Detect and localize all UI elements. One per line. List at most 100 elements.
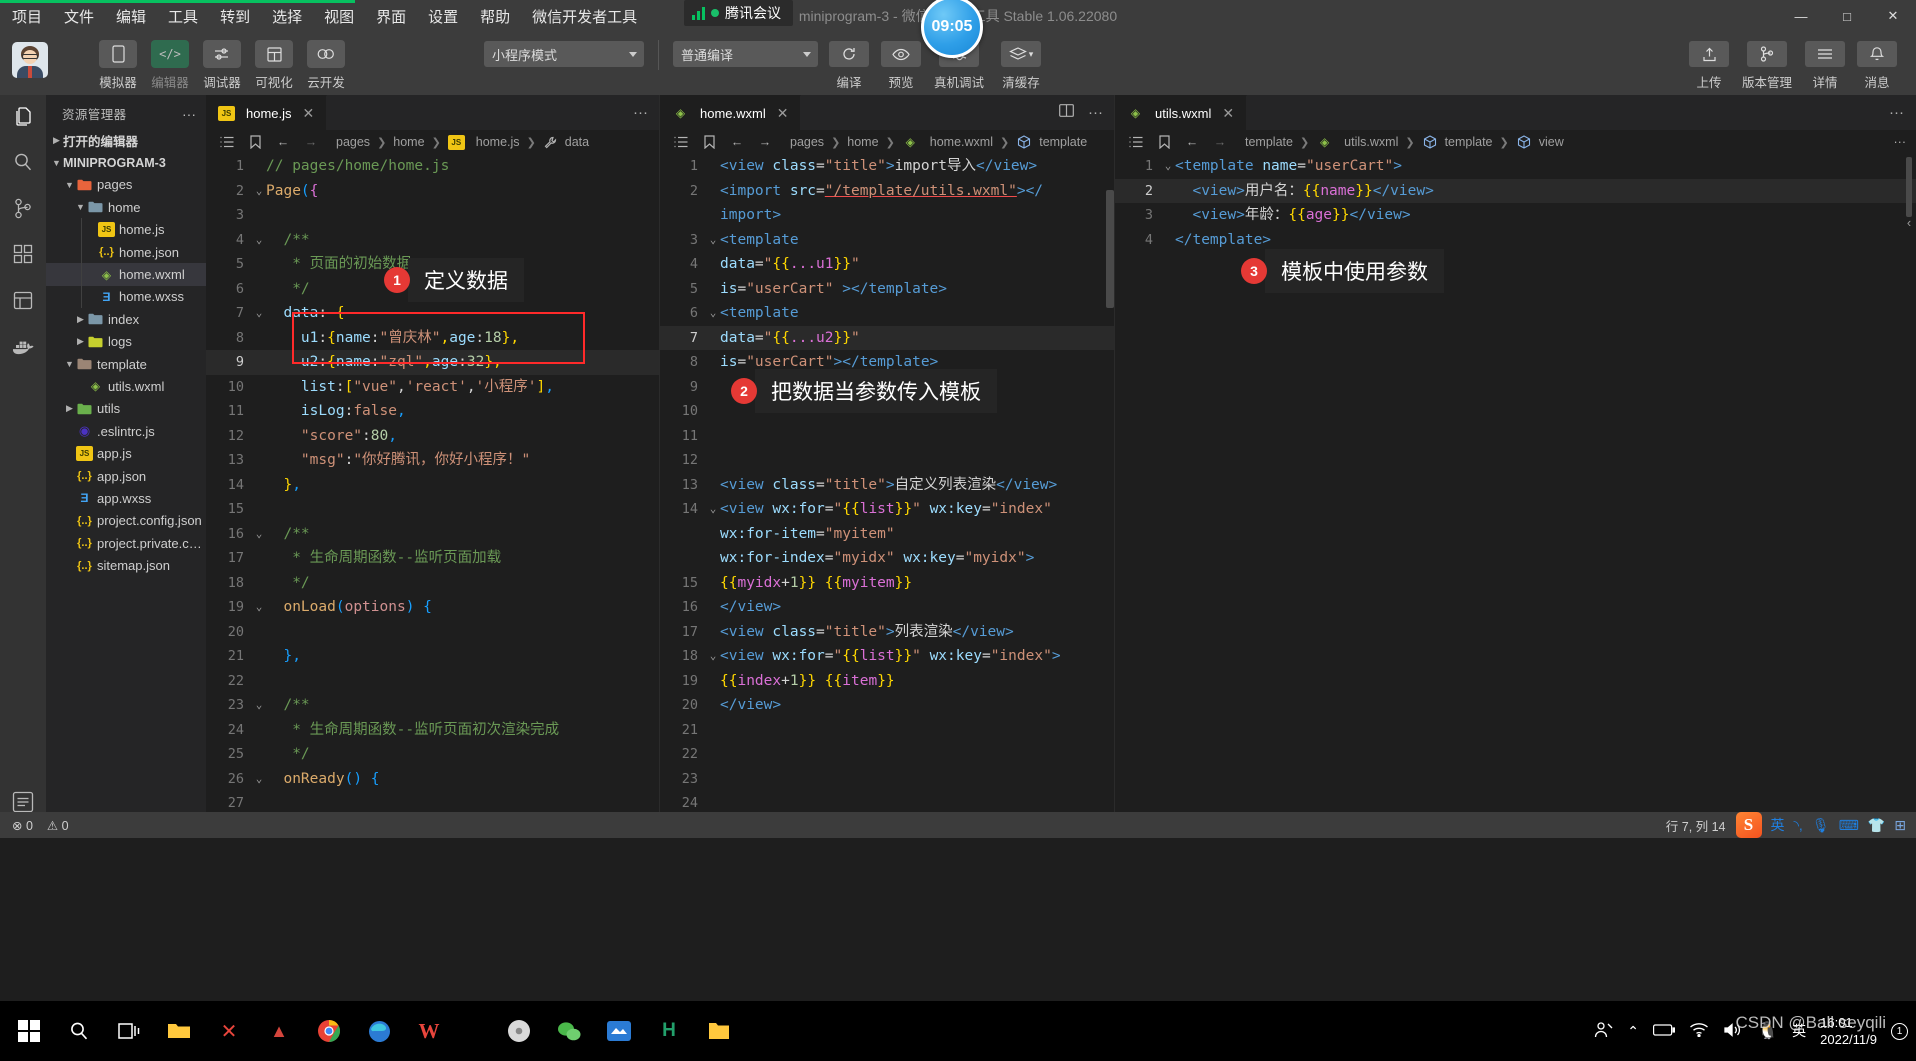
project-root-row[interactable]: ▼ MINIPROGRAM-3 [46, 151, 206, 173]
tree-item-logs[interactable]: ▶ logs [46, 331, 206, 353]
fold-chevron-icon[interactable]: ⌄ [252, 301, 266, 326]
forward-icon-2[interactable]: → [754, 132, 776, 152]
menu-item-ui[interactable]: 界面 [372, 3, 410, 30]
split-editor-icon[interactable] [1059, 104, 1074, 121]
fold-chevron-icon[interactable]: ⌄ [252, 179, 266, 204]
notes-icon[interactable] [702, 1014, 736, 1048]
collapse-panel-icon[interactable]: ‹ [1902, 215, 1916, 241]
editor-button[interactable]: </> 编辑器 [146, 32, 194, 91]
code-line[interactable]: 11 [660, 424, 1115, 449]
breadcrumb3-seg-3[interactable]: template [1445, 135, 1493, 149]
music-icon[interactable] [502, 1014, 536, 1048]
extensions-icon[interactable] [8, 239, 38, 269]
scrollbar-3[interactable] [1906, 157, 1912, 833]
code-line[interactable]: 15 {{myidx+1}} {{myitem}} [660, 571, 1115, 596]
files-icon[interactable] [8, 101, 38, 131]
code-line[interactable]: 12 "score":80, [206, 424, 660, 449]
tencent-meeting-taskbar-icon[interactable] [602, 1014, 636, 1048]
code-line[interactable]: 16 </view> [660, 595, 1115, 620]
breadcrumb3-seg-1[interactable]: template [1245, 135, 1293, 149]
tree-item-app-wxss[interactable]: ▶Ǝapp.wxss [46, 487, 206, 509]
outline-icon-3[interactable] [1125, 132, 1147, 152]
menu-bar[interactable]: 项目 文件 编辑 工具 转到 选择 视图 界面 设置 帮助 微信开发者工具 [0, 0, 641, 32]
battery-icon[interactable] [1652, 1023, 1676, 1039]
tree-item-pages[interactable]: ▼ pages [46, 174, 206, 196]
chevron-right-icon[interactable]: ▶ [74, 336, 87, 347]
sogou-ime-icon[interactable]: S [1735, 812, 1762, 838]
upload-button[interactable]: 上传 [1684, 32, 1734, 91]
back-icon[interactable]: ← [272, 132, 294, 152]
menu-item-project[interactable]: 项目 [8, 3, 46, 30]
tree-item-app-js[interactable]: ▶JSapp.js [46, 442, 206, 464]
mode-select[interactable]: 小程序模式 [484, 41, 644, 67]
bookmark-icon-3[interactable] [1153, 132, 1175, 152]
keyboard-icon[interactable]: ⌨ [1839, 817, 1859, 834]
code-line[interactable]: 23 ⌄ /** [206, 693, 660, 718]
ime-indicator[interactable]: S 英 ◝, 🎙 ⌨ 👕 ⊞ [1735, 812, 1906, 838]
version-control-button[interactable]: 版本管理 [1736, 32, 1798, 91]
tree-item-template[interactable]: ▼ template [46, 353, 206, 375]
wechat-dev-icon[interactable]: W [412, 1014, 446, 1048]
menu-item-tools[interactable]: 工具 [164, 3, 202, 30]
chevron-down-icon[interactable]: ▼ [74, 202, 87, 212]
wechat-icon[interactable] [552, 1014, 586, 1048]
tree-item-utils-wxml[interactable]: ▶◈utils.wxml [46, 375, 206, 397]
fold-chevron-icon[interactable]: ⌄ [252, 228, 266, 253]
code-line[interactable]: 1 // pages/home/home.js [206, 154, 660, 179]
tab-utils-wxml[interactable]: ◈ utils.wxml ✕ [1115, 95, 1248, 130]
code-line[interactable]: 19 {{index+1}} {{item}} [660, 669, 1115, 694]
code-line[interactable]: 2 <view>用户名：{{name}}</view> [1115, 178, 1916, 203]
code-line[interactable]: 3 ⌄ <template [660, 228, 1115, 253]
code-line[interactable]: 21 }, [206, 644, 660, 669]
code-line[interactable]: 20 </view> [660, 693, 1115, 718]
code-line[interactable]: 1 ⌄ <template name="userCart"> [1115, 154, 1916, 179]
tab-home-wxml[interactable]: ◈ home.wxml ✕ [660, 95, 802, 130]
forward-icon-3[interactable]: → [1209, 132, 1231, 152]
fold-chevron-icon[interactable]: ⌄ [252, 693, 266, 718]
avatar[interactable] [12, 42, 48, 78]
breadcrumb-seg-3[interactable]: home.js [476, 135, 520, 149]
show-hidden-icons-icon[interactable]: ⌃ [1627, 1023, 1639, 1040]
code-line[interactable]: 21 [660, 718, 1115, 743]
docker-icon[interactable] [8, 331, 38, 361]
menu-item-file[interactable]: 文件 [60, 3, 98, 30]
code-area-utils-wxml[interactable]: 1 ⌄ <template name="userCart"> 2 <view>用户名：… [1115, 154, 1916, 830]
menu-item-view[interactable]: 视图 [320, 3, 358, 30]
messages-button[interactable]: 消息 [1852, 32, 1902, 91]
compile-select[interactable]: 普通编译 [673, 41, 818, 67]
visualization-button[interactable]: 可视化 [250, 32, 298, 91]
compile-button[interactable]: 编译 [824, 32, 874, 91]
fold-chevron-icon[interactable]: ⌄ [1161, 154, 1175, 179]
people-icon[interactable] [1593, 1021, 1613, 1042]
skin-icon[interactable]: 👕 [1868, 817, 1885, 834]
code-line[interactable]: 3 [206, 203, 660, 228]
cloud-dev-button[interactable]: 云开发 [302, 32, 350, 91]
code-line[interactable]: 25 */ [206, 742, 660, 767]
hbuilder-icon[interactable]: H [652, 1014, 686, 1048]
forward-icon[interactable]: → [300, 132, 322, 152]
file-explorer-icon[interactable] [162, 1014, 196, 1048]
fold-chevron-icon[interactable]: ⌄ [252, 522, 266, 547]
chevron-right-icon[interactable]: ▶ [63, 403, 76, 414]
code-line[interactable]: 10 list:["vue",'react','小程序'], [206, 375, 660, 400]
code-line[interactable]: 26 ⌄ onReady() { [206, 767, 660, 792]
code-line[interactable]: 22 [206, 669, 660, 694]
breadcrumb3-seg-2[interactable]: utils.wxml [1344, 135, 1398, 149]
outline-icon-2[interactable] [670, 132, 692, 152]
menu-item-select[interactable]: 选择 [268, 3, 306, 30]
tree-item-home[interactable]: ▼ home [46, 196, 206, 218]
tree-item-utils[interactable]: ▶ utils [46, 398, 206, 420]
preview-button[interactable]: 预览 [876, 32, 926, 91]
close-icon-3[interactable]: ✕ [1222, 105, 1234, 122]
tree-item-home-wxss[interactable]: ▶Ǝhome.wxss [46, 286, 206, 308]
chevron-down-icon[interactable]: ▼ [63, 359, 76, 369]
wifi-icon[interactable] [1689, 1022, 1709, 1040]
fold-chevron-icon[interactable]: ⌄ [706, 497, 720, 522]
code-line[interactable]: 18 ⌄ <view wx:for="{{list}}" wx:key="index… [660, 644, 1115, 669]
code-line[interactable]: 5 is="userCart" ></template> [660, 277, 1115, 302]
minimize-button[interactable]: — [1778, 0, 1824, 32]
code-line[interactable]: 19 ⌄ onLoad(options) { [206, 595, 660, 620]
tencent-meeting-overlay[interactable]: 腾讯会议 [684, 0, 793, 26]
more-actions-icon-3[interactable]: ··· [1889, 104, 1904, 121]
edge-icon[interactable] [362, 1014, 396, 1048]
